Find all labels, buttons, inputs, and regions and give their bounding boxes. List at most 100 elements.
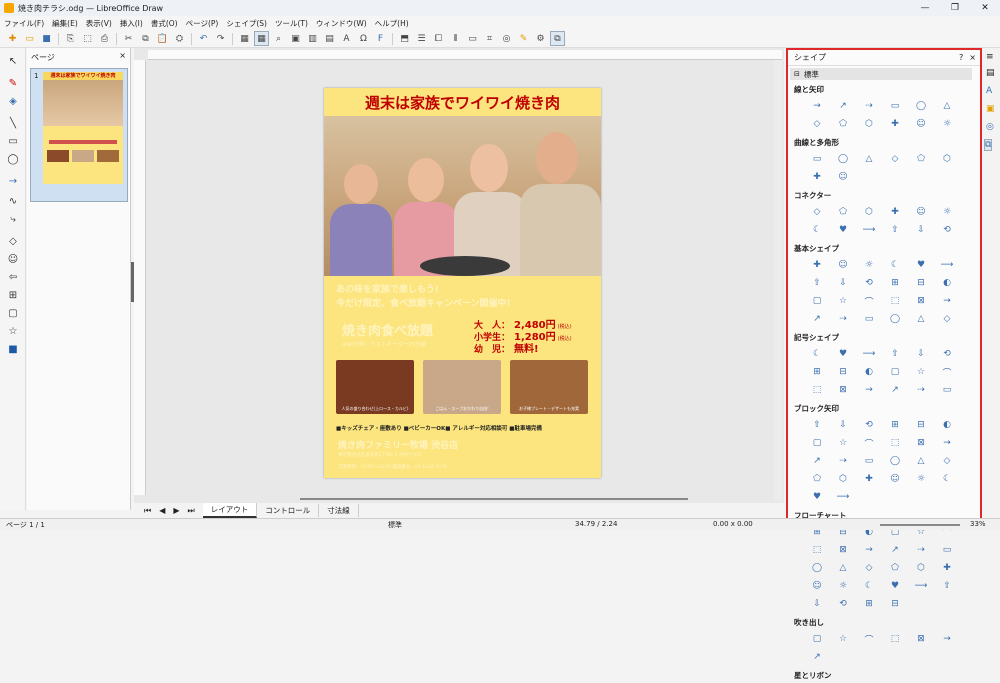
shape-button[interactable]: ⌒	[862, 436, 876, 450]
properties-icon[interactable]: ▤	[986, 68, 995, 78]
helplines-icon[interactable]: ▦	[254, 31, 269, 46]
shape-button[interactable]: ↗	[810, 454, 824, 468]
shape-button[interactable]: ⬠	[836, 117, 850, 131]
shape-button[interactable]: ⊞	[888, 276, 902, 290]
close-icon[interactable]: ×	[969, 53, 976, 62]
menu-page[interactable]: ページ(P)	[182, 18, 223, 29]
shape-button[interactable]: ♥	[914, 258, 928, 272]
shape-button[interactable]: ⊠	[836, 383, 850, 397]
close-icon[interactable]: ×	[119, 51, 126, 60]
shapes-icon[interactable]: ⧉	[983, 139, 993, 151]
styles-icon[interactable]: A	[986, 86, 992, 96]
image-icon[interactable]: ▣	[289, 32, 302, 45]
first-page-icon[interactable]: ⏮	[144, 506, 151, 516]
shape-button[interactable]: ⇩	[810, 597, 824, 611]
shape-button[interactable]: ⟶	[914, 579, 928, 593]
shape-button[interactable]: ◯	[888, 454, 902, 468]
shape-button[interactable]: ☺	[914, 117, 928, 131]
arrow-line-icon[interactable]: →	[4, 174, 22, 188]
shape-button[interactable]: ⇧	[888, 223, 902, 237]
shape-button[interactable]: ☾	[888, 258, 902, 272]
status-zoom[interactable]: 33%	[970, 520, 986, 528]
glue-icon[interactable]: ⚙	[534, 32, 547, 45]
zoom-slider[interactable]	[880, 524, 960, 526]
tab-layout[interactable]: レイアウト	[202, 503, 258, 518]
shape-button[interactable]: ⊠	[914, 632, 928, 646]
shape-button[interactable]: ⬚	[810, 383, 824, 397]
shape-button[interactable]: →	[810, 99, 824, 113]
flowchart-icon[interactable]: ⊞	[4, 288, 22, 302]
shape-button[interactable]: ▢	[810, 294, 824, 308]
menu-view[interactable]: 表示(V)	[82, 18, 116, 29]
shape-button[interactable]: ⇩	[914, 347, 928, 361]
shape-button[interactable]: ☾	[810, 347, 824, 361]
shape-button[interactable]: ☺	[836, 170, 850, 184]
horizontal-ruler[interactable]	[148, 50, 782, 60]
shape-button[interactable]: ⊞	[862, 597, 876, 611]
curve-icon[interactable]: ∿	[4, 194, 22, 208]
shape-button[interactable]: ⬠	[888, 561, 902, 575]
select-icon[interactable]: ↖	[4, 54, 22, 68]
save-icon[interactable]: ■	[40, 32, 53, 45]
open-icon[interactable]: ▭	[23, 32, 36, 45]
shape-button[interactable]: →	[940, 632, 954, 646]
shape-button[interactable]: ◇	[810, 205, 824, 219]
clone-icon[interactable]: ⛭	[173, 32, 186, 45]
shape-button[interactable]: ☾	[810, 223, 824, 237]
shape-button[interactable]: ▭	[862, 312, 876, 326]
vertical-scrollbar[interactable]	[774, 60, 782, 500]
shape-button[interactable]: ⊟	[836, 365, 850, 379]
shape-button[interactable]: ↗	[888, 543, 902, 557]
shape-button[interactable]: ◯	[836, 152, 850, 166]
shape-button[interactable]: ☆	[836, 294, 850, 308]
navigator-icon[interactable]: ◎	[986, 122, 994, 132]
page-thumbnail[interactable]: 週末は家族でワイワイ焼き肉	[43, 72, 123, 184]
menu-help[interactable]: ヘルプ(H)	[371, 18, 413, 29]
shape-button[interactable]: ⟲	[862, 418, 876, 432]
menu-insert[interactable]: 挿入(I)	[116, 18, 147, 29]
redo-icon[interactable]: ↷	[214, 32, 227, 45]
menu-edit[interactable]: 編集(E)	[48, 18, 82, 29]
print-icon[interactable]: ⎙	[98, 32, 111, 45]
shape-button[interactable]: ⟶	[836, 490, 850, 504]
cut-icon[interactable]: ✂	[122, 32, 135, 45]
shape-button[interactable]: ▢	[888, 365, 902, 379]
shape-button[interactable]: ☼	[940, 117, 954, 131]
shape-button[interactable]: △	[836, 561, 850, 575]
shape-button[interactable]: ⟶	[862, 347, 876, 361]
distribute-icon[interactable]: ⫴	[449, 32, 462, 45]
filter-icon[interactable]: ◎	[500, 32, 513, 45]
shape-button[interactable]: ☼	[940, 205, 954, 219]
shape-button[interactable]: ⬡	[914, 561, 928, 575]
stars-icon[interactable]: ☆	[4, 324, 22, 338]
shape-button[interactable]: ☼	[836, 579, 850, 593]
next-page-icon[interactable]: ▶	[173, 506, 179, 515]
shape-button[interactable]: ✚	[888, 205, 902, 219]
shape-button[interactable]: ⬚	[888, 436, 902, 450]
shape-button[interactable]: ⇢	[862, 99, 876, 113]
shape-button[interactable]: ◇	[940, 312, 954, 326]
ellipse-icon[interactable]: ◯	[4, 152, 22, 166]
shape-button[interactable]: ⊟	[888, 597, 902, 611]
shape-button[interactable]: ☼	[862, 258, 876, 272]
shape-button[interactable]: ▭	[940, 543, 954, 557]
shape-button[interactable]: ☺	[810, 579, 824, 593]
align-icon[interactable]: ☰	[415, 32, 428, 45]
shape-button[interactable]: ⟲	[940, 223, 954, 237]
maximize-icon[interactable]: ❐	[940, 0, 970, 16]
section-header[interactable]: ⊟ 標準	[790, 68, 972, 80]
shape-button[interactable]: ⇢	[836, 454, 850, 468]
shape-button[interactable]: ⬠	[914, 152, 928, 166]
shape-button[interactable]: ☺	[888, 472, 902, 486]
shape-button[interactable]: ⬠	[810, 472, 824, 486]
shape-button[interactable]: ⊞	[810, 365, 824, 379]
shape-button[interactable]: ⇧	[810, 276, 824, 290]
shape-button[interactable]: ⬚	[888, 294, 902, 308]
extrusion-icon[interactable]: ⧉	[550, 31, 565, 46]
shape-button[interactable]: △	[862, 152, 876, 166]
connector-icon[interactable]: ⤷	[4, 212, 22, 226]
special-char-icon[interactable]: Ω	[357, 32, 370, 45]
shape-button[interactable]: ☆	[836, 436, 850, 450]
shape-button[interactable]: ◯	[888, 312, 902, 326]
shape-button[interactable]: ☾	[862, 579, 876, 593]
